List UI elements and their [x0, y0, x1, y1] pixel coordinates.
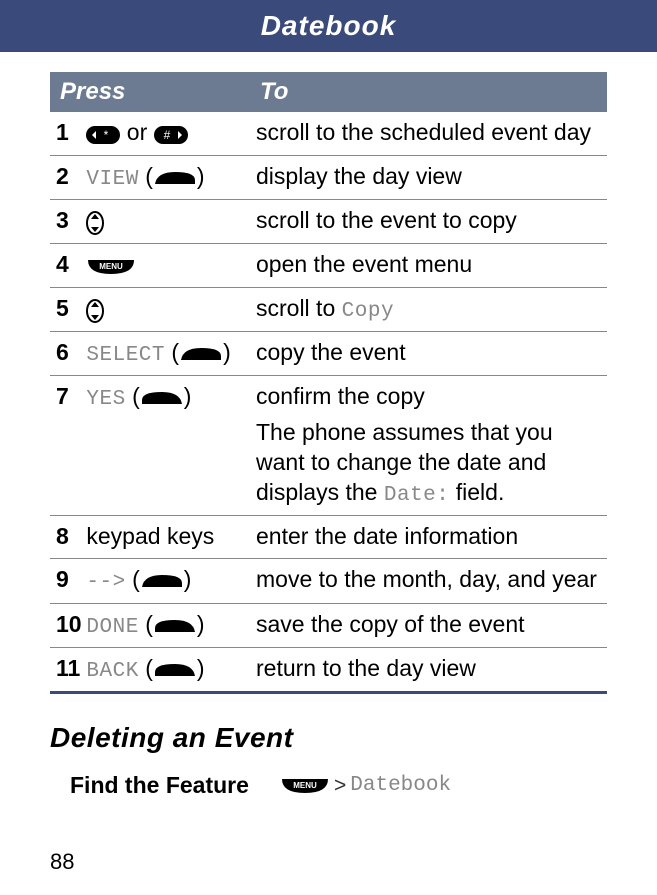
find-feature-line: Find the Feature MENU > Datebook	[70, 772, 607, 799]
left-soft-icon	[153, 655, 197, 685]
left-soft-icon	[153, 611, 197, 641]
step-number: 5	[56, 294, 80, 324]
feature-path: Datebook	[350, 774, 451, 797]
steps-table: Press To 1 * or #	[50, 72, 607, 694]
svg-text:#: #	[163, 128, 170, 142]
soft-key-label: VIEW	[86, 168, 138, 191]
svg-text:MENU: MENU	[293, 781, 317, 790]
nav-scroll-icon	[86, 295, 104, 325]
soft-text: Copy	[342, 300, 394, 323]
table-header-row: Press To	[50, 72, 607, 112]
right-soft-icon	[153, 163, 197, 193]
table-row: 6 SELECT ( ) copy the event	[50, 332, 607, 376]
left-soft-icon	[140, 383, 184, 413]
page-header: Datebook	[0, 0, 657, 52]
table-row: 2 VIEW ( ) display the day view	[50, 155, 607, 199]
step-description: scroll to	[256, 295, 342, 321]
page-number: 88	[50, 849, 74, 875]
soft-key-label: BACK	[86, 660, 138, 683]
step-number: 10	[56, 610, 80, 640]
table-row: 10 DONE ( ) save the copy of the event	[50, 603, 607, 647]
step-description: confirm the copy	[256, 382, 597, 412]
svg-text:MENU: MENU	[100, 262, 124, 271]
col-press: Press	[50, 72, 250, 112]
find-feature-label: Find the Feature	[70, 772, 280, 799]
step-description: scroll to the event to copy	[250, 200, 607, 244]
step-number: 9	[56, 565, 80, 595]
step-number: 3	[56, 206, 80, 236]
table-row: 5 scroll to Copy	[50, 287, 607, 331]
col-to: To	[250, 72, 607, 112]
table-row: 4 MENU open the event menu	[50, 244, 607, 288]
section-heading: Deleting an Event	[50, 722, 607, 754]
table-row: 8 keypad keys enter the date information	[50, 516, 607, 559]
step-description: save the copy of the event	[250, 603, 607, 647]
step-description: return to the day view	[250, 647, 607, 692]
menu-key-icon: MENU	[280, 777, 330, 795]
gt-separator: >	[334, 774, 346, 798]
content-area: Press To 1 * or #	[0, 52, 657, 799]
soft-key-label: DONE	[86, 616, 138, 639]
step-description: display the day view	[250, 155, 607, 199]
step-number: 1	[56, 118, 80, 148]
step-description: enter the date information	[250, 516, 607, 559]
table-row: 11 BACK ( ) return to the day view	[50, 647, 607, 692]
menu-key-icon: MENU	[86, 251, 136, 281]
step-description: move to the month, day, and year	[250, 559, 607, 603]
table-row: 3 scroll to the event to copy	[50, 200, 607, 244]
hash-key-icon: #	[154, 119, 188, 149]
star-key-icon: *	[86, 119, 120, 149]
table-row: 1 * or # scroll to the scheduled event d…	[50, 112, 607, 155]
step-number: 8	[56, 522, 80, 552]
step-extra: The phone assumes that you want to chang…	[256, 412, 597, 509]
table-row: 7 YES ( ) confirm the copy The phone ass…	[50, 376, 607, 516]
step-description: open the event menu	[250, 244, 607, 288]
soft-key-label: -->	[86, 571, 125, 594]
step-number: 7	[56, 382, 80, 412]
step-description: copy the event	[250, 332, 607, 376]
nav-scroll-icon	[86, 207, 104, 237]
svg-text:*: *	[104, 128, 109, 142]
soft-key-label: YES	[86, 388, 125, 411]
step-description: scroll to the scheduled event day	[250, 112, 607, 155]
right-soft-icon	[179, 339, 223, 369]
page-title: Datebook	[261, 10, 397, 41]
press-text: keypad keys	[86, 523, 214, 549]
or-text: or	[127, 119, 154, 145]
step-number: 2	[56, 162, 80, 192]
step-number: 6	[56, 338, 80, 368]
right-soft-icon	[140, 566, 184, 596]
step-number: 4	[56, 250, 80, 280]
soft-key-label: SELECT	[86, 344, 165, 367]
step-number: 11	[56, 654, 80, 684]
table-row: 9 --> ( ) move to the month, day, and ye…	[50, 559, 607, 603]
